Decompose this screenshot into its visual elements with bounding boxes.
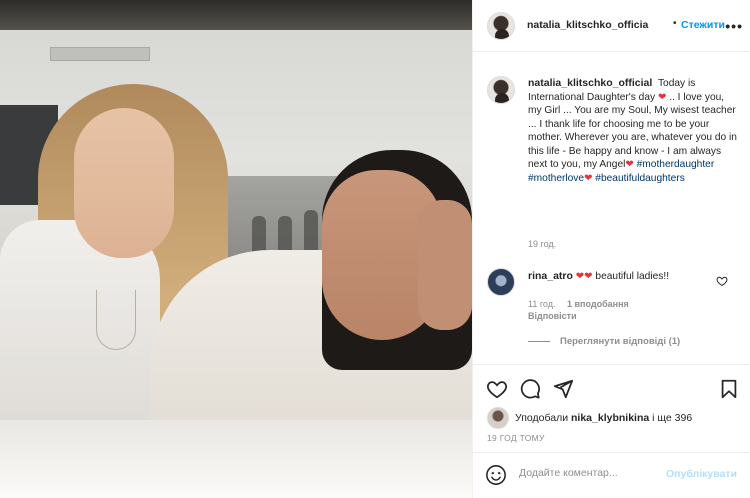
red-heart-emoji-icon: ❤ <box>584 271 593 282</box>
caption-timestamp[interactable]: 19 год. <box>528 239 556 249</box>
red-heart-emoji-icon: ❤ <box>575 271 585 282</box>
author-username[interactable]: natalia_klitschko_officia <box>527 19 648 31</box>
view-replies-button[interactable]: Переглянути відповіді (1) <box>528 336 680 347</box>
liker-avatar[interactable] <box>487 407 509 429</box>
post-caption: natalia_klitschko_official Today is Inte… <box>528 77 740 185</box>
mother-hand <box>418 200 472 330</box>
hashtag-link[interactable]: #motherlove <box>528 173 584 184</box>
smiley-icon[interactable] <box>485 464 507 486</box>
view-replies-label: Переглянути відповіді (1) <box>560 336 681 347</box>
ceiling <box>0 0 472 30</box>
comment-timestamp[interactable]: 11 год. <box>528 299 556 309</box>
commenter-avatar[interactable] <box>487 268 515 296</box>
red-heart-emoji-icon: ❤ <box>584 172 593 184</box>
publish-button[interactable]: Опублікувати <box>666 468 737 480</box>
post-photo[interactable] <box>0 0 472 498</box>
cross-necklace <box>96 290 136 350</box>
comment-icon[interactable] <box>519 378 541 400</box>
post-side-panel: natalia_klitschko_officia • Стежити ••• … <box>472 0 750 498</box>
caption-avatar[interactable] <box>487 76 515 104</box>
comment-body: rina_atro ❤❤ beautiful ladies!! <box>528 270 738 283</box>
likes-summary: Уподобали nika_klybnikina і ще 396 <box>487 407 692 429</box>
comment-like-heart-icon[interactable] <box>716 275 728 287</box>
red-heart-emoji-icon: ❤ <box>625 159 634 170</box>
comment-likes-count[interactable]: 1 вподобання <box>567 299 629 309</box>
likes-more-count[interactable]: і ще 396 <box>652 412 692 424</box>
reply-button[interactable]: Відповісти <box>528 311 577 321</box>
heart-icon[interactable] <box>486 378 508 400</box>
separator-dot: • <box>673 18 677 29</box>
author-avatar[interactable] <box>487 12 515 40</box>
post-timestamp[interactable]: 19 ГОД ТОМУ <box>487 433 545 443</box>
add-comment-bar: Опублікувати <box>473 452 750 498</box>
hashtag-link[interactable]: #motherdaughter <box>637 159 715 170</box>
caption-username[interactable]: natalia_klitschko_official <box>528 77 652 89</box>
post-header: natalia_klitschko_officia • Стежити ••• <box>473 0 750 52</box>
liker-username[interactable]: nika_klybnikina <box>571 412 649 424</box>
daughter-face <box>74 108 174 258</box>
bookmark-icon[interactable] <box>718 378 740 400</box>
blanket <box>0 420 472 498</box>
follow-button[interactable]: Стежити <box>681 19 725 31</box>
red-heart-emoji-icon: ❤ <box>657 91 667 103</box>
comment-input[interactable] <box>519 467 659 479</box>
likes-prefix: Уподобали <box>515 412 569 424</box>
comment-text: beautiful ladies!! <box>595 271 670 282</box>
hashtag-link[interactable]: #beautifuldaughters <box>595 173 685 184</box>
paper-plane-icon[interactable] <box>552 378 574 400</box>
more-options-button[interactable]: ••• <box>725 18 743 34</box>
comment-meta: 11 год. 1 вподобання Відповісти <box>528 298 638 322</box>
replies-divider <box>528 341 550 342</box>
commenter-username[interactable]: rina_atro <box>528 270 573 282</box>
wall-vent <box>50 47 150 61</box>
